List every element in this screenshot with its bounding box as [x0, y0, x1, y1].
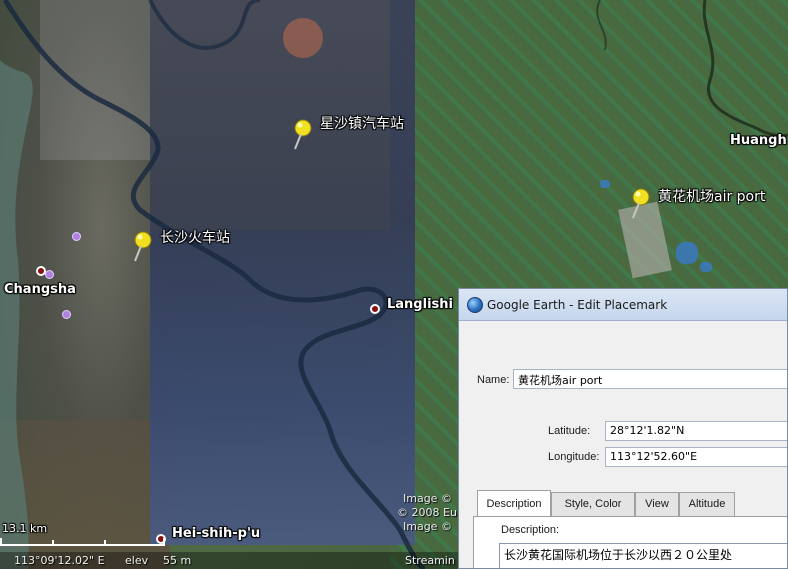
- pushpin-icon[interactable]: [627, 186, 653, 220]
- poi-icon[interactable]: [45, 270, 54, 279]
- tab-style-color[interactable]: Style, Color: [551, 492, 635, 516]
- status-streaming: Streamin: [405, 554, 455, 567]
- scale-tick: [104, 540, 106, 546]
- stream: [702, 0, 788, 138]
- tab-altitude[interactable]: Altitude: [679, 492, 735, 516]
- imagery-credit: Image ©: [403, 492, 452, 505]
- description-textarea[interactable]: 长沙黄花国际机场位于长沙以西２０公里处: [499, 543, 787, 568]
- longitude-label: Longitude:: [548, 451, 600, 463]
- pushpin-icon[interactable]: [129, 229, 155, 263]
- placemark-label-changsha-station[interactable]: 长沙火车站: [160, 227, 230, 247]
- town-label-changsha[interactable]: Changsha: [4, 282, 76, 297]
- town-dot-icon[interactable]: [370, 304, 380, 314]
- imagery-credit: Image ©: [403, 520, 452, 533]
- name-input[interactable]: 黄花机场air port: [513, 369, 787, 389]
- dialog-title: Google Earth - Edit Placemark: [487, 298, 668, 312]
- scale-label: 13.1 km: [2, 522, 48, 535]
- scale-tick: [52, 540, 54, 546]
- latitude-label: Latitude:: [548, 425, 591, 437]
- imagery-credit: © 2008 Eu: [397, 506, 457, 519]
- name-label: Name:: [477, 374, 510, 386]
- latitude-input[interactable]: 28°12'1.82"N: [605, 421, 787, 441]
- status-elev-label: elev: [125, 554, 149, 567]
- google-earth-icon: [467, 297, 483, 313]
- pushpin-icon[interactable]: [289, 117, 315, 151]
- longitude-input[interactable]: 113°12'52.60"E: [605, 447, 787, 467]
- stream: [148, 0, 261, 50]
- stream: [596, 0, 607, 51]
- status-coordinates: 113°09'12.02" E: [14, 554, 105, 567]
- status-elev-value: 55 m: [163, 554, 192, 567]
- poi-icon[interactable]: [72, 232, 81, 241]
- poi-icon[interactable]: [62, 310, 71, 319]
- placemark-label-airport[interactable]: 黄花机场air port: [658, 186, 765, 206]
- town-label-langlishi[interactable]: Langlishi: [387, 297, 453, 312]
- tab-view[interactable]: View: [635, 492, 679, 516]
- town-label-huangh[interactable]: Huangh: [730, 133, 787, 148]
- dialog-titlebar[interactable]: Google Earth - Edit Placemark: [459, 289, 787, 321]
- scale-bar: [0, 538, 165, 546]
- town-label-heishihpu[interactable]: Hei-shih-p'u: [172, 526, 260, 541]
- tab-description[interactable]: Description: [477, 490, 551, 516]
- description-label: Description:: [501, 524, 560, 536]
- placemark-label-xingsha[interactable]: 星沙镇汽车站: [320, 113, 404, 133]
- edit-placemark-dialog[interactable]: Google Earth - Edit Placemark Name: 黄花机场…: [458, 288, 788, 569]
- xiang-river: [0, 60, 33, 569]
